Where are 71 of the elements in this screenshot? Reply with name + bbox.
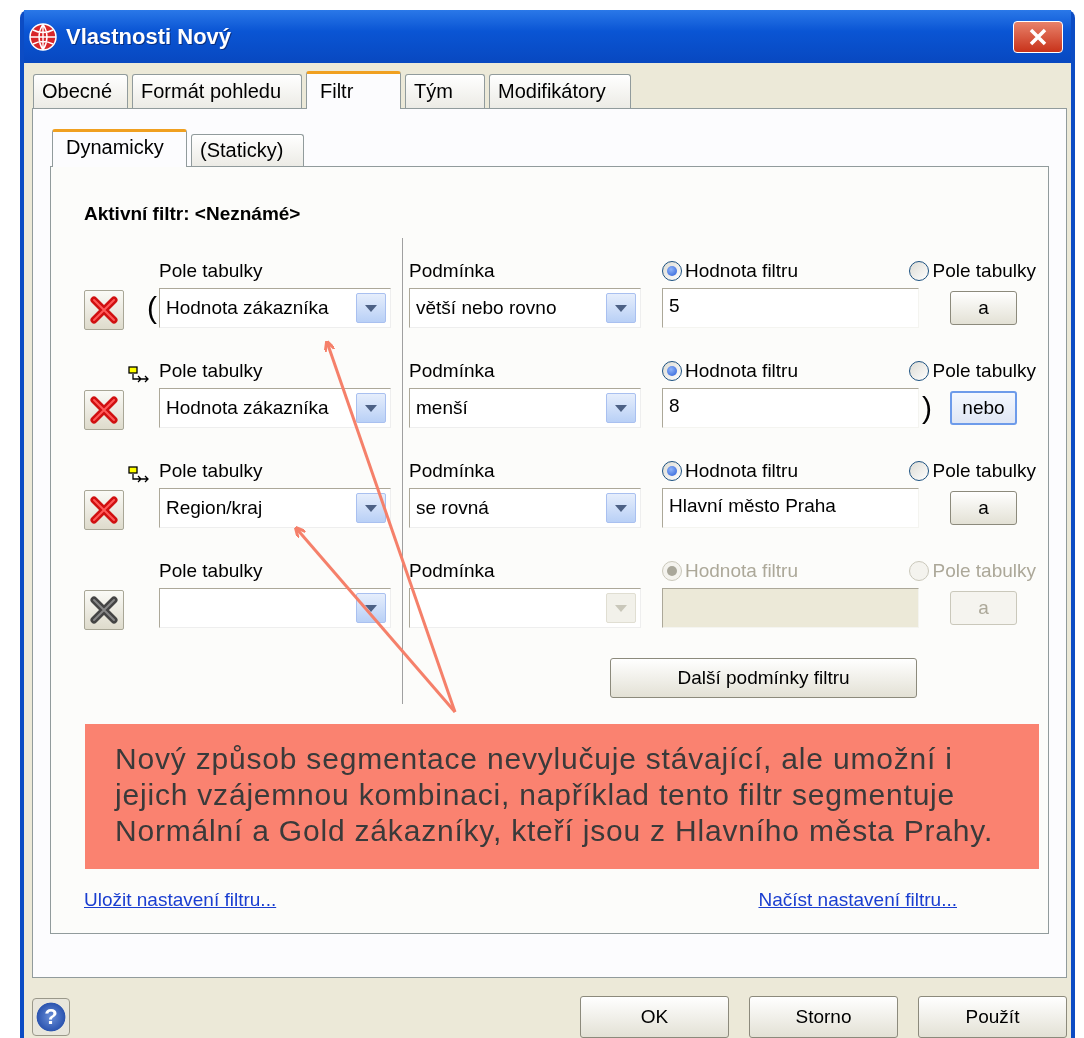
radio-icon[interactable] — [909, 361, 930, 381]
radio-label: Hodnota filtru — [685, 360, 798, 382]
condition-dropdown[interactable]: se rovná — [409, 488, 641, 528]
help-button[interactable]: ? — [32, 998, 70, 1036]
radio-button[interactable]: Hodnota filtru — [662, 460, 798, 482]
radio-button[interactable]: Pole tabulky — [909, 360, 1036, 382]
radio-label: Pole tabulky — [932, 560, 1036, 582]
value-field[interactable]: 5 — [662, 288, 919, 328]
radio-button[interactable]: Hodnota filtru — [662, 260, 798, 282]
radio-label: Hodnota filtru — [685, 260, 798, 282]
tab[interactable]: (Staticky) — [191, 134, 304, 166]
delete-button[interactable] — [84, 490, 124, 530]
value-field[interactable]: Hlavní město Praha — [662, 488, 919, 528]
radio-button[interactable]: Pole tabulky — [909, 460, 1036, 482]
dialog-button[interactable]: OK — [580, 996, 729, 1038]
value-field[interactable] — [662, 588, 919, 628]
callout-note: Nový způsob segmentace nevylučuje stávající, ale umožní i jejich vzájemnou kombinaci, například tento filtr segmentuje Normální a Gold zákazníky, kteří jsou z Hlavního města Prahy. — [85, 724, 1039, 869]
radio-label: Hodnota filtru — [685, 560, 798, 582]
parenthesis: ) — [921, 390, 933, 426]
link[interactable]: Načíst nastavení filtru... — [758, 889, 957, 911]
dialog-button[interactable]: Storno — [749, 996, 898, 1038]
connector-button[interactable]: nebo — [950, 391, 1017, 425]
radio-icon[interactable] — [909, 461, 930, 481]
tab[interactable]: Obecné — [33, 74, 128, 108]
field-dropdown[interactable] — [159, 588, 391, 628]
field-dropdown[interactable]: Hodnota zákazníka — [159, 288, 391, 328]
radio-icon[interactable] — [662, 261, 682, 281]
window-title: Vlastnosti Nový — [66, 23, 233, 50]
field-label: Pole tabulky — [159, 359, 264, 382]
condition-label: Podmínka — [409, 559, 496, 582]
radio-icon[interactable] — [909, 261, 930, 281]
tab[interactable]: Dynamicky — [52, 129, 187, 167]
tab[interactable]: Formát pohledu — [132, 74, 302, 108]
connector-button[interactable]: a — [950, 491, 1017, 525]
globe-icon — [28, 21, 58, 52]
condition-dropdown[interactable]: větší nebo rovno — [409, 288, 641, 328]
radio-icon[interactable] — [662, 461, 682, 481]
field-label: Pole tabulky — [159, 259, 264, 282]
radio-button[interactable]: Pole tabulky — [909, 260, 1036, 282]
connector-button[interactable]: a — [950, 291, 1017, 325]
condition-dropdown[interactable]: menší — [409, 388, 641, 428]
radio-button[interactable]: Hodnota filtru — [662, 360, 798, 382]
delete-button[interactable] — [84, 390, 124, 430]
field-dropdown[interactable]: Hodnota zákazníka — [159, 388, 391, 428]
field-dropdown[interactable]: Region/kraj — [159, 488, 391, 528]
radio-label: Pole tabulky — [932, 360, 1036, 382]
delete-button[interactable] — [84, 290, 124, 330]
x-icon — [89, 595, 119, 625]
condition-label: Podmínka — [409, 459, 496, 482]
close-button[interactable] — [1013, 20, 1063, 53]
radio-icon[interactable] — [662, 361, 682, 381]
radio-label: Hodnota filtru — [685, 460, 798, 482]
condition-label: Podmínka — [409, 359, 496, 382]
active-filter-label: Aktivní filtr: <Neznámé> — [84, 203, 302, 226]
more-conditions-button[interactable]: Další podmínky filtru — [610, 658, 917, 698]
value-field[interactable]: 8 — [662, 388, 919, 428]
radio-label: Pole tabulky — [932, 460, 1036, 482]
tab[interactable]: Filtr — [306, 71, 401, 109]
x-icon — [89, 395, 119, 425]
x-icon — [89, 495, 119, 525]
tab[interactable]: Tým — [405, 74, 485, 108]
close-icon — [1028, 27, 1048, 46]
link[interactable]: Uložit nastavení filtru... — [84, 889, 277, 911]
radio-label: Pole tabulky — [932, 260, 1036, 282]
tab[interactable]: Modifikátory — [489, 74, 631, 108]
condition-label: Podmínka — [409, 259, 496, 282]
field-label: Pole tabulky — [159, 559, 264, 582]
parenthesis: ( — [146, 290, 158, 326]
x-icon — [89, 295, 119, 325]
field-label: Pole tabulky — [159, 459, 264, 482]
dialog-button[interactable]: Použít — [918, 996, 1067, 1038]
